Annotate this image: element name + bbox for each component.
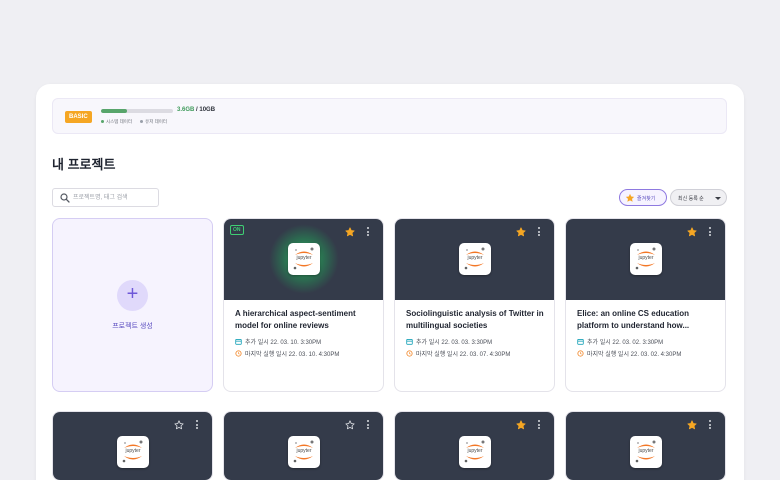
storage-legend: 시스템 데이터 유저 데이터 [101,119,167,125]
favorite-star-icon[interactable] [345,227,355,237]
more-options-icon[interactable] [364,226,372,238]
project-card[interactable]: jupyter [394,411,555,480]
legend-dot [140,120,144,124]
legend-item-system: 시스템 데이터 [101,119,132,125]
project-card[interactable]: ON jupyter A hierarchical aspect-sentiment… [223,218,384,392]
project-thumbnail: jupyter [224,412,383,480]
jupyter-logo: jupyter [630,436,662,468]
jupyter-logo: jupyter [630,243,662,275]
favorites-filter-button[interactable]: 즐겨찾기 [619,189,667,206]
jupyter-logo: jupyter [288,436,320,468]
logo-text: jupyter [125,448,141,454]
added-date: 추가 일시 22. 03. 03. 3:30PM [406,337,492,346]
favorite-star-icon[interactable] [687,420,697,430]
jupyter-logo: jupyter [459,243,491,275]
storage-used: 3.6GB [177,107,195,113]
plan-badge: BASIC [65,111,92,123]
history-icon [577,350,584,357]
project-title[interactable]: A hierarchical aspect-sentiment model fo… [235,308,375,332]
calendar-icon [406,338,413,345]
caret-down-icon [715,197,721,200]
legend-label: 시스템 데이터 [106,119,133,124]
project-card[interactable]: jupyter Elice: an online CS education pla… [565,218,726,392]
jupyter-logo: jupyter [288,243,320,275]
last-run-date: 마지막 실행 일시 22. 03. 10. 4:30PM [235,349,339,358]
search-input[interactable] [73,192,155,204]
logo-text: jupyter [638,448,654,454]
logo-text: jupyter [296,448,312,454]
logo-text: jupyter [638,255,654,261]
storage-total: 10GB [199,107,216,113]
favorite-star-icon[interactable] [516,420,526,430]
create-project-label: 프로젝트 생성 [112,323,153,330]
project-card[interactable]: jupyter [565,411,726,480]
page-title: 내 프로젝트 [52,157,116,172]
added-date-text: 추가 일시 22. 03. 02. 3:30PM [587,340,664,346]
project-thumbnail: jupyter [566,219,725,300]
calendar-icon [577,338,584,345]
last-run-text: 마지막 실행 일시 22. 03. 10. 4:30PM [245,352,340,358]
favorite-star-icon[interactable] [174,420,184,430]
storage-progress [101,109,173,113]
legend-label: 유저 데이터 [145,119,168,124]
search-icon [60,193,70,203]
more-options-icon[interactable] [706,226,714,238]
more-options-icon[interactable] [535,226,543,238]
project-thumbnail: jupyter [53,412,212,480]
added-date-text: 추가 일시 22. 03. 10. 3:30PM [245,340,322,346]
storage-progress-fill [101,109,127,113]
project-thumbnail: jupyter [566,412,725,480]
project-title[interactable]: Sociolinguistic analysis of Twitter in m… [406,308,546,332]
create-project-card[interactable]: + 프로젝트 생성 [52,218,213,392]
storage-usage-text: 3.6GB / 10GB [177,107,215,113]
project-thumbnail: ON jupyter [224,219,383,300]
project-card[interactable]: jupyter Sociolinguistic analysis of Twitt… [394,218,555,392]
more-options-icon[interactable] [193,419,201,431]
history-icon [406,350,413,357]
logo-text: jupyter [296,255,312,261]
legend-item-user: 유저 데이터 [140,119,167,125]
storage-usage-bar: BASIC 3.6GB / 10GB 시스템 데이터 유저 데이터 [52,98,727,134]
more-options-icon[interactable] [364,419,372,431]
project-card[interactable]: jupyter [52,411,213,480]
added-date: 추가 일시 22. 03. 02. 3:30PM [577,337,663,346]
logo-text: jupyter [467,255,483,261]
logo-text: jupyter [467,448,483,454]
more-options-icon[interactable] [706,419,714,431]
search-box[interactable] [52,188,159,207]
history-icon [235,350,242,357]
last-run-date: 마지막 실행 일시 22. 03. 07. 4:30PM [406,349,510,358]
jupyter-logo: jupyter [117,436,149,468]
last-run-date: 마지막 실행 일시 22. 03. 02. 4:30PM [577,349,681,358]
app-background: BASIC 3.6GB / 10GB 시스템 데이터 유저 데이터 내 프로젝트 [0,0,780,480]
sort-dropdown-label: 최신 등록 순 [678,196,704,202]
more-options-icon[interactable] [535,419,543,431]
project-thumbnail: jupyter [395,219,554,300]
legend-dot [101,120,104,124]
favorite-star-icon[interactable] [687,227,697,237]
last-run-text: 마지막 실행 일시 22. 03. 07. 4:30PM [416,352,511,358]
added-date-text: 추가 일시 22. 03. 03. 3:30PM [416,340,493,346]
project-card[interactable]: jupyter [223,411,384,480]
favorite-star-icon[interactable] [345,420,355,430]
sort-dropdown[interactable]: 최신 등록 순 [670,189,727,206]
last-run-text: 마지막 실행 일시 22. 03. 02. 4:30PM [587,352,682,358]
added-date: 추가 일시 22. 03. 10. 3:30PM [235,337,321,346]
star-icon [625,193,635,202]
favorites-filter-label: 즐겨찾기 [637,196,656,202]
project-title[interactable]: Elice: an online CS education platform t… [577,308,717,332]
favorite-star-icon[interactable] [516,227,526,237]
plus-icon: + [117,280,148,311]
status-badge: ON [230,225,244,235]
main-panel: BASIC 3.6GB / 10GB 시스템 데이터 유저 데이터 내 프로젝트 [36,84,744,480]
project-thumbnail: jupyter [395,412,554,480]
calendar-icon [235,338,242,345]
jupyter-logo: jupyter [459,436,491,468]
